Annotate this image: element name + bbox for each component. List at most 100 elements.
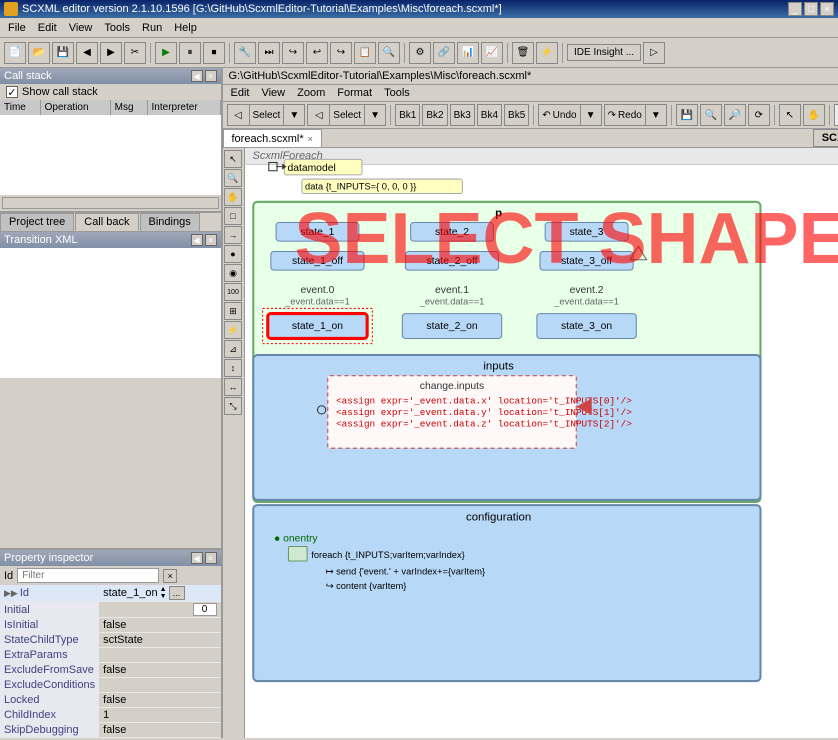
prop-clear-button[interactable]: × <box>163 569 177 583</box>
tb-extra2[interactable]: 🔍 <box>378 42 400 64</box>
right-menu-format[interactable]: Format <box>331 85 378 101</box>
prop-val-childindex[interactable]: 1 <box>99 708 188 723</box>
config-box[interactable] <box>253 505 760 681</box>
pause-button[interactable]: ⏸ <box>179 42 201 64</box>
tool-extra-e[interactable]: ↔ <box>224 378 242 396</box>
menu-view[interactable]: View <box>63 20 99 36</box>
prop-more-button[interactable]: ... <box>169 586 185 600</box>
tb-extra4[interactable]: 🔗 <box>433 42 455 64</box>
undo-button[interactable]: ↶ Undo <box>538 104 579 126</box>
tool-extra-b[interactable]: ⚡ <box>224 321 242 339</box>
tab-foreach-close[interactable]: × <box>308 134 313 144</box>
tb-right[interactable]: ▷ <box>643 42 665 64</box>
tab-project-tree[interactable]: Project tree <box>0 213 74 231</box>
tb-extra3[interactable]: ⚙ <box>409 42 431 64</box>
tb-extra5[interactable]: 📊 <box>457 42 479 64</box>
tool-100[interactable]: 100 <box>224 283 242 301</box>
prop-val-locked[interactable]: false <box>99 693 188 708</box>
select-dropdown2[interactable]: ▼ <box>364 104 386 126</box>
tab-bindings[interactable]: Bindings <box>140 213 200 231</box>
tab-foreach[interactable]: foreach.scxml* × <box>223 129 322 147</box>
select-arrow-left[interactable]: ◁ <box>227 104 249 126</box>
bk4-button[interactable]: Bk4 <box>477 104 502 126</box>
new-button[interactable]: 📄 <box>4 42 26 64</box>
select-button1[interactable]: Select <box>249 104 284 126</box>
prop-up-arrow[interactable]: ▲ <box>160 586 167 593</box>
tool-extra1[interactable]: ⟳ <box>748 104 770 126</box>
tool-zoom-in[interactable]: 🔍 <box>700 104 722 126</box>
show-callstack-checkbox[interactable]: ✓ <box>6 86 18 98</box>
prop-val-excludefromsave[interactable]: false <box>99 663 188 678</box>
right-menu-zoom[interactable]: Zoom <box>291 85 331 101</box>
tb-extra6[interactable]: 📈 <box>481 42 503 64</box>
tb-extra8[interactable]: ⚡ <box>536 42 558 64</box>
menu-edit[interactable]: Edit <box>32 20 63 36</box>
tab-call-back[interactable]: Call back <box>75 213 138 231</box>
tool-extra-c[interactable]: ⊿ <box>224 340 242 358</box>
prop-val-extraparams[interactable] <box>99 648 188 663</box>
pi-pin[interactable]: ◀ <box>191 552 203 564</box>
select-arrow-left2[interactable]: ◁ <box>307 104 329 126</box>
redo-dropdown[interactable]: ▼ <box>645 104 667 126</box>
prop-val-skipdebugging[interactable]: false <box>99 723 188 738</box>
tool-save[interactable]: 💾 <box>676 104 698 126</box>
minimize-button[interactable]: _ <box>788 2 802 16</box>
tool-hand[interactable]: ✋ <box>803 104 825 126</box>
canvas[interactable]: ScxmlForeach ecmascript SELECT SHAPE dat… <box>245 148 838 738</box>
stop-button[interactable]: ⏹ <box>203 42 225 64</box>
tb-extra7[interactable]: 🗑 <box>512 42 534 64</box>
tool-add-transition[interactable]: → <box>224 226 242 244</box>
tx-close[interactable]: × <box>205 234 217 246</box>
debug-button[interactable]: 🔧 <box>234 42 256 64</box>
call-stack-close[interactable]: × <box>205 70 217 82</box>
prop-val-statechildtype[interactable]: sctState <box>99 633 188 648</box>
color-white[interactable] <box>834 104 838 126</box>
menu-file[interactable]: File <box>2 20 32 36</box>
call-stack-pin[interactable]: ◀ <box>191 70 203 82</box>
tool-add-state[interactable]: □ <box>224 207 242 225</box>
tool-extra-a[interactable]: ⊞ <box>224 302 242 320</box>
right-menu-view[interactable]: View <box>255 85 291 101</box>
bk5-button[interactable]: Bk5 <box>504 104 529 126</box>
right-menu-tools[interactable]: Tools <box>378 85 416 101</box>
pi-close[interactable]: × <box>205 552 217 564</box>
select-button2[interactable]: Select <box>329 104 364 126</box>
prop-val-excludeconditions[interactable] <box>99 678 188 693</box>
tb-extra1[interactable]: 📋 <box>354 42 376 64</box>
cut-button[interactable]: ✂ <box>124 42 146 64</box>
bk1-button[interactable]: Bk1 <box>395 104 420 126</box>
tool-pointer[interactable]: ↖ <box>779 104 801 126</box>
open-button[interactable]: 📂 <box>28 42 50 64</box>
undo-dropdown[interactable]: ▼ <box>580 104 602 126</box>
tool-zoom-out[interactable]: 🔎 <box>724 104 746 126</box>
select-dropdown1[interactable]: ▼ <box>283 104 305 126</box>
run-button[interactable]: ▶ <box>155 42 177 64</box>
tool-add-initial[interactable]: ● <box>224 245 242 263</box>
tool-extra-f[interactable]: ⤡ <box>224 397 242 415</box>
tx-pin[interactable]: ◀ <box>191 234 203 246</box>
bk3-button[interactable]: Bk3 <box>450 104 475 126</box>
maximize-button[interactable]: □ <box>804 2 818 16</box>
right-menu-edit[interactable]: Edit <box>225 85 256 101</box>
back-button[interactable]: ◀ <box>76 42 98 64</box>
menu-run[interactable]: Run <box>136 20 168 36</box>
fwd-button[interactable]: ▶ <box>100 42 122 64</box>
stepout-button[interactable]: ↪ <box>330 42 352 64</box>
menu-tools[interactable]: Tools <box>98 20 136 36</box>
prop-val-initial[interactable] <box>99 602 188 618</box>
prop-filter-input[interactable] <box>17 568 159 583</box>
bk2-button[interactable]: Bk2 <box>422 104 447 126</box>
close-button[interactable]: × <box>820 2 834 16</box>
prop-down-arrow[interactable]: ▼ <box>160 593 167 600</box>
tab-scxml[interactable]: SCXML <box>813 129 838 147</box>
callstack-hscroll[interactable] <box>2 197 219 209</box>
tool-pan[interactable]: ✋ <box>224 188 242 206</box>
stepin-button[interactable]: ↩ <box>306 42 328 64</box>
stepover-button[interactable]: ↪ <box>282 42 304 64</box>
step-button[interactable]: ⏭ <box>258 42 280 64</box>
menu-help[interactable]: Help <box>168 20 203 36</box>
redo-button[interactable]: ↷ Redo <box>604 104 645 126</box>
prop-val-isinitial[interactable]: false <box>99 618 188 633</box>
tool-select[interactable]: ↖ <box>224 150 242 168</box>
tool-extra-d[interactable]: ↕ <box>224 359 242 377</box>
